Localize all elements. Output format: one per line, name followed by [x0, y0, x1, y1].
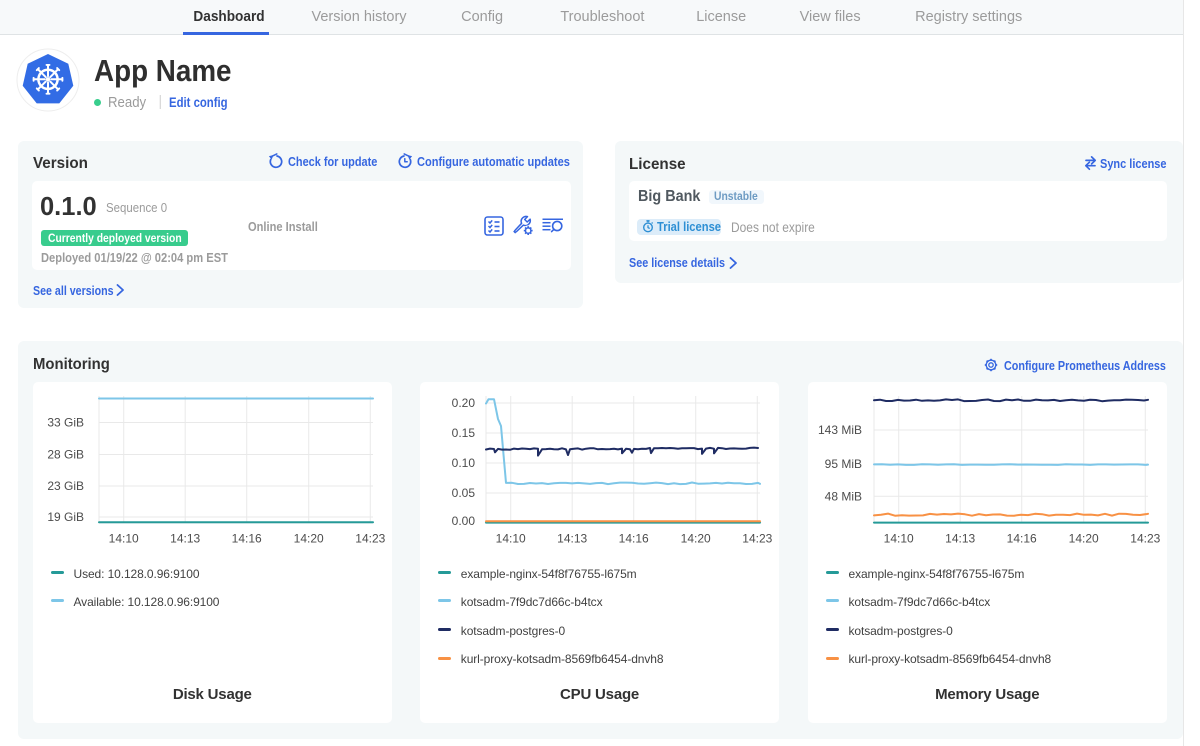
- svg-text:48 MiB: 48 MiB: [824, 489, 861, 503]
- svg-text:14:10: 14:10: [495, 531, 525, 545]
- svg-text:14:10: 14:10: [108, 531, 138, 545]
- svg-text:0.05: 0.05: [451, 486, 475, 500]
- svg-text:14:13: 14:13: [170, 531, 200, 545]
- svg-text:14:13: 14:13: [557, 531, 587, 545]
- svg-text:95 MiB: 95 MiB: [824, 457, 861, 471]
- svg-text:14:16: 14:16: [231, 531, 261, 545]
- svg-text:19 GiB: 19 GiB: [47, 510, 84, 524]
- svg-text:14:23: 14:23: [355, 531, 385, 545]
- svg-text:14:13: 14:13: [945, 531, 975, 545]
- svg-text:23 GiB: 23 GiB: [47, 479, 84, 493]
- svg-text:33 GiB: 33 GiB: [47, 415, 84, 429]
- svg-text:14:23: 14:23: [1130, 531, 1160, 545]
- svg-text:14:20: 14:20: [1068, 531, 1098, 545]
- svg-text:28 GiB: 28 GiB: [47, 447, 84, 461]
- svg-text:0.00: 0.00: [451, 514, 475, 528]
- svg-text:0.15: 0.15: [451, 426, 475, 440]
- svg-text:14:23: 14:23: [742, 531, 772, 545]
- svg-text:14:16: 14:16: [618, 531, 648, 545]
- svg-text:143 MiB: 143 MiB: [817, 423, 861, 437]
- svg-text:0.10: 0.10: [451, 456, 475, 470]
- svg-text:14:10: 14:10: [883, 531, 913, 545]
- svg-text:14:16: 14:16: [1006, 531, 1036, 545]
- svg-text:14:20: 14:20: [293, 531, 323, 545]
- svg-text:14:20: 14:20: [680, 531, 710, 545]
- svg-text:0.20: 0.20: [451, 396, 475, 410]
